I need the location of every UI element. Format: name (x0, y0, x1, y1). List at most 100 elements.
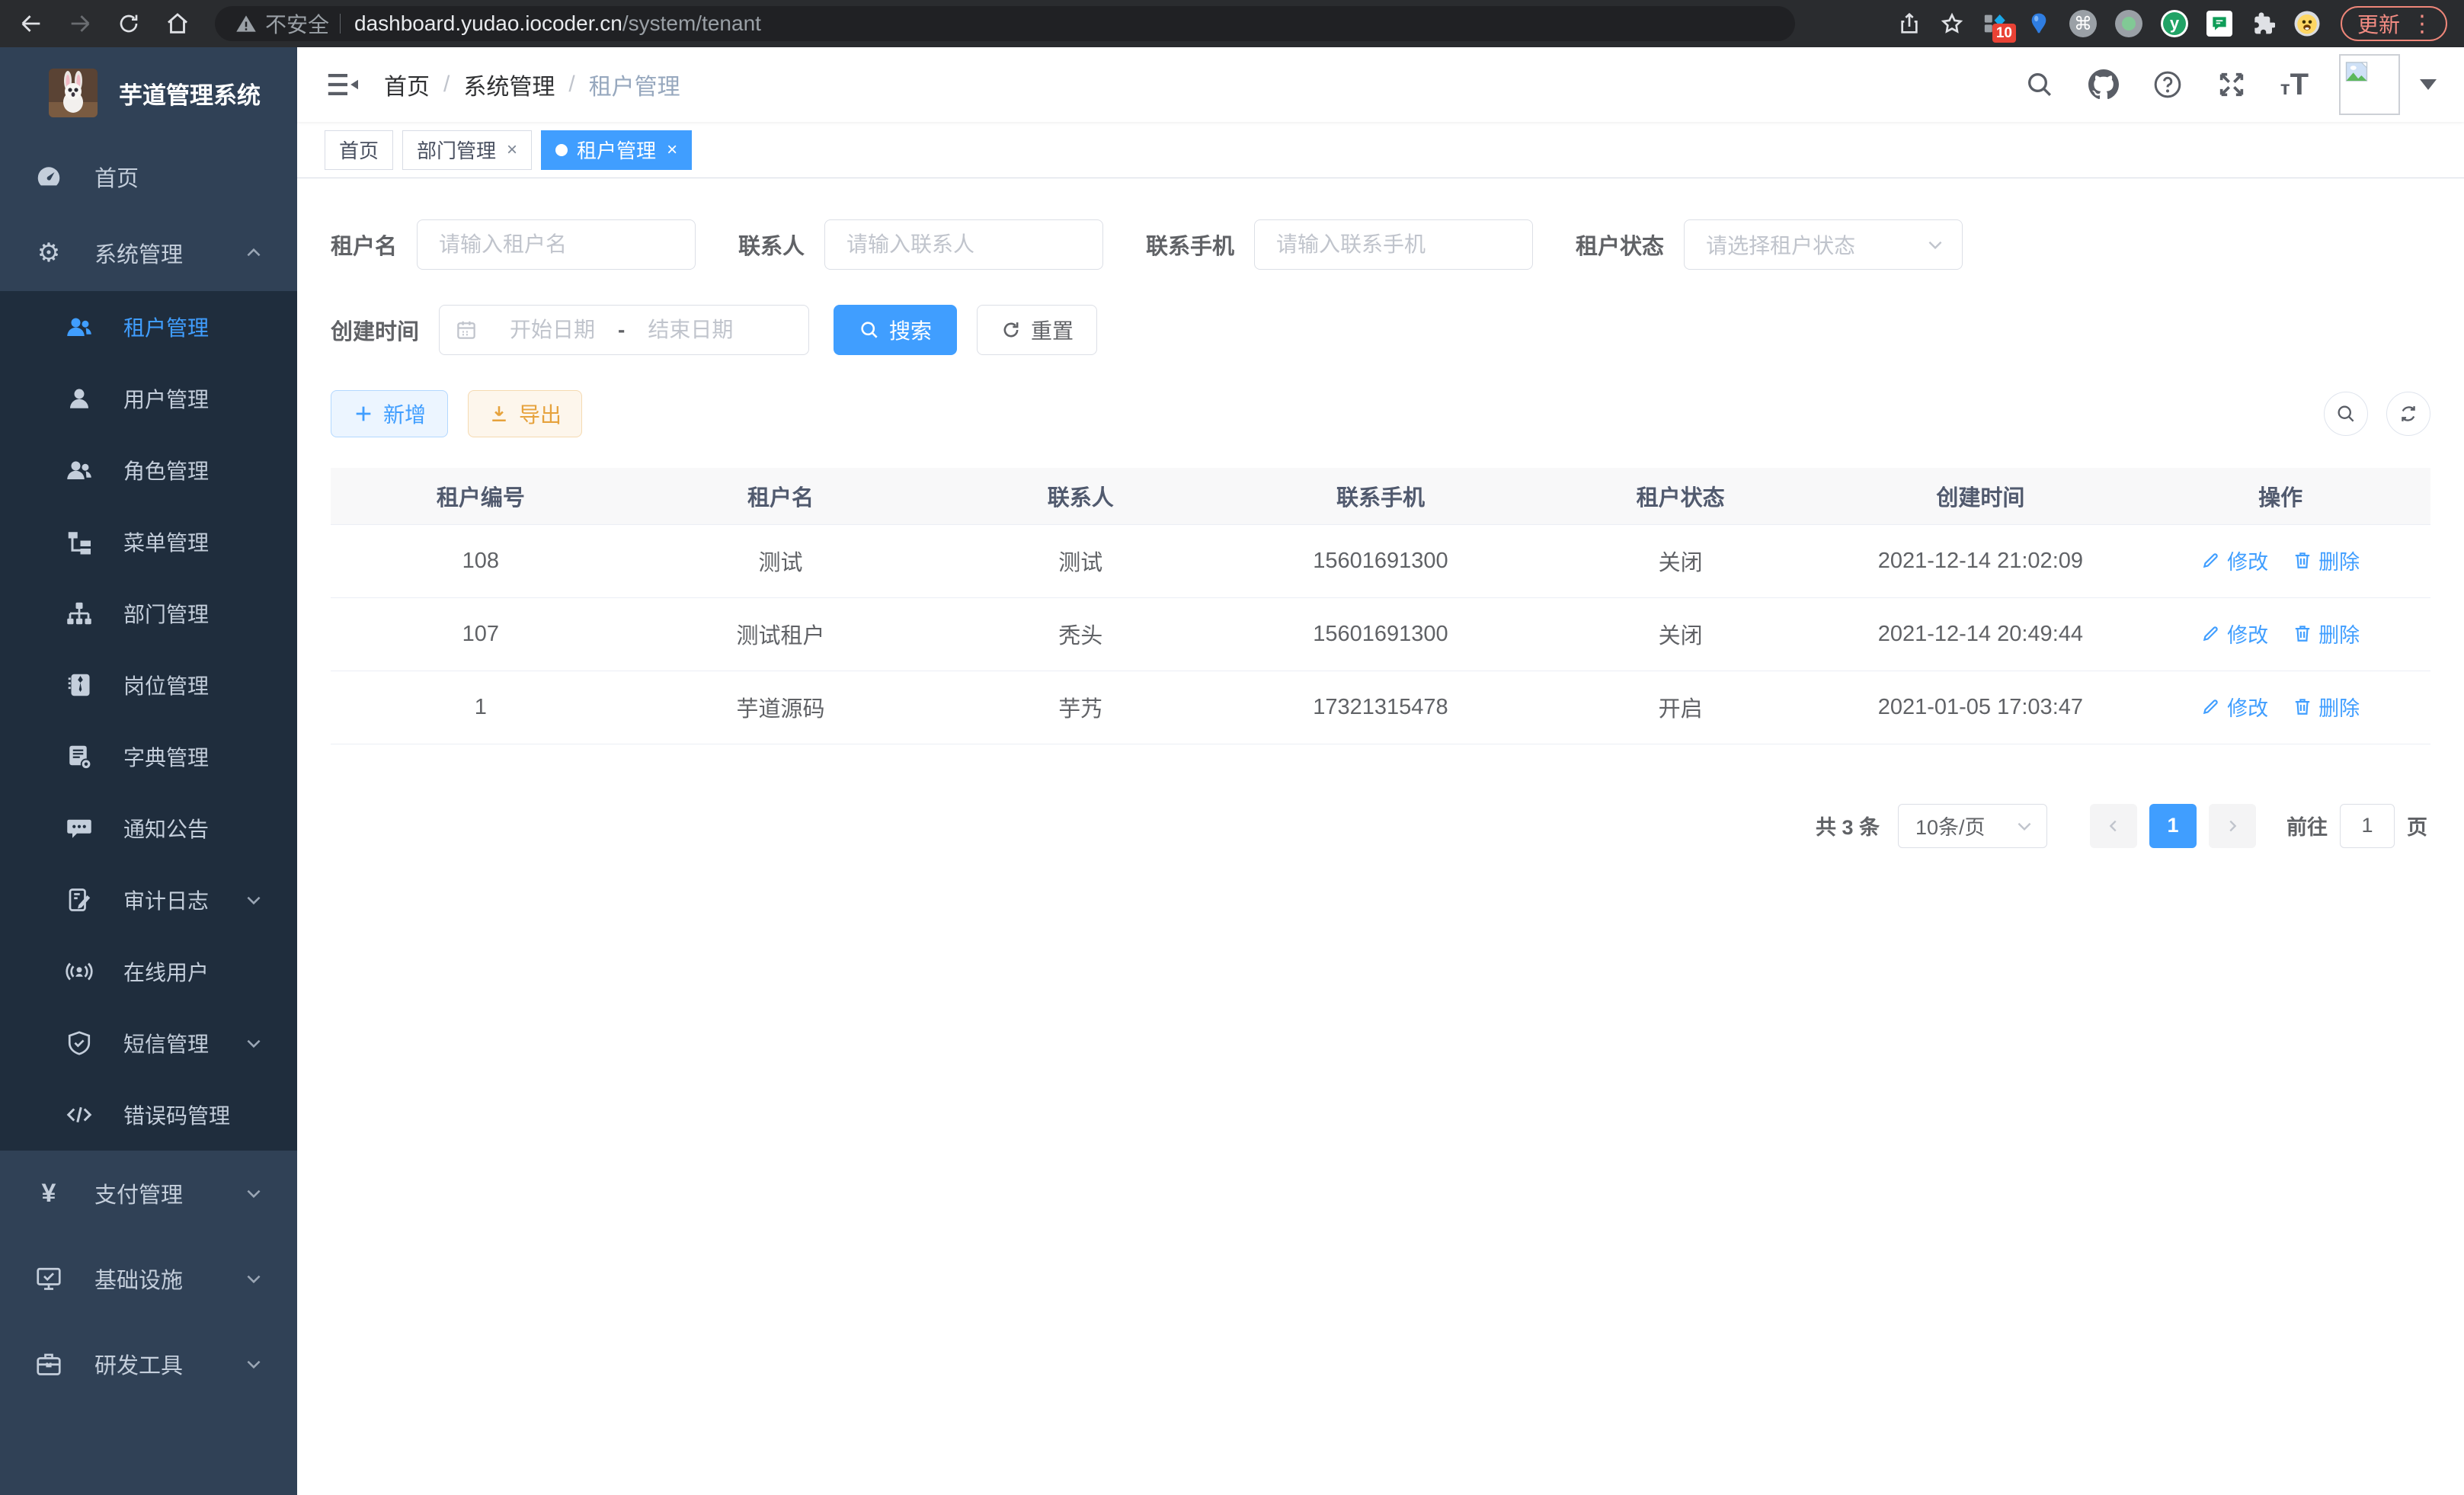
sidebar-item-label: 岗位管理 (123, 670, 209, 700)
navbar-right: тT (1991, 54, 2437, 115)
toggle-search-button[interactable] (2324, 392, 2368, 436)
profile-avatar-icon[interactable] (2293, 10, 2321, 37)
edit-button[interactable]: 修改 (2201, 692, 2268, 722)
add-button[interactable]: 新增 (331, 390, 448, 437)
sidebar-item-user[interactable]: 用户管理 (0, 363, 297, 434)
browser-home-button[interactable] (163, 9, 192, 38)
export-button[interactable]: 导出 (468, 390, 582, 437)
command-extension-icon[interactable]: ⌘ (2069, 10, 2097, 37)
breadcrumb-home[interactable]: 首页 (384, 68, 430, 101)
share-icon[interactable] (1897, 11, 1922, 36)
tab-tenant[interactable]: 租户管理 × (541, 130, 692, 170)
sidebar-item-errcode[interactable]: 错误码管理 (0, 1079, 297, 1151)
y-extension-icon[interactable]: y (2161, 10, 2188, 37)
goto-label: 前往 (2286, 811, 2328, 840)
delete-button[interactable]: 删除 (2293, 619, 2360, 648)
tab-dept[interactable]: 部门管理 × (402, 130, 532, 170)
github-icon[interactable] (2088, 69, 2119, 100)
extension-tabs-icon[interactable]: 10 (1982, 11, 2008, 37)
chevron-down-icon (2014, 816, 2034, 836)
logo-image (49, 69, 98, 117)
close-icon[interactable]: × (667, 139, 677, 161)
avatar[interactable] (2339, 54, 2400, 115)
devtool-briefcase-icon (35, 1350, 62, 1378)
col-created: 创建时间 (1831, 468, 2131, 524)
bookmark-star-icon[interactable] (1940, 11, 1964, 36)
search-icon (859, 319, 880, 341)
breadcrumb-system[interactable]: 系统管理 (463, 68, 555, 101)
sidebar-item-infra[interactable]: 基础设施 (0, 1236, 297, 1321)
post-badge-icon (66, 671, 93, 699)
extensions-puzzle-icon[interactable] (2251, 11, 2275, 36)
balloon-extension-icon[interactable] (2027, 11, 2051, 36)
tab-home[interactable]: 首页 (325, 130, 393, 170)
goto-page-input[interactable] (2340, 804, 2395, 848)
browser-chrome: 不安全 dashboard.yudao.iocoder.cn/system/te… (0, 0, 2464, 47)
browser-reload-button[interactable] (114, 9, 143, 38)
sidebar-item-dict[interactable]: 字典管理 (0, 721, 297, 792)
edit-button[interactable]: 修改 (2201, 546, 2268, 575)
browser-back-button[interactable] (17, 9, 46, 38)
browser-toolbar-right: 10 ⌘ y 更新 ⋮ (1879, 6, 2447, 41)
user-menu-caret-icon[interactable] (2420, 79, 2437, 90)
phone-input[interactable] (1254, 219, 1533, 270)
sidebar-item-notice[interactable]: 通知公告 (0, 792, 297, 864)
page-size-select[interactable]: 10条/页 (1898, 804, 2047, 848)
breadcrumb-separator: / (568, 72, 574, 98)
prev-page-button[interactable] (2090, 804, 2137, 848)
end-date-input[interactable] (629, 318, 751, 342)
search-button[interactable]: 搜索 (834, 305, 957, 355)
contact-input[interactable] (824, 219, 1103, 270)
sidebar-item-pay[interactable]: ¥ 支付管理 (0, 1151, 297, 1236)
field-label: 联系人 (738, 229, 805, 261)
chat-extension-icon[interactable] (2206, 11, 2232, 37)
search-icon[interactable] (2024, 69, 2055, 100)
recorder-extension-icon[interactable] (2115, 10, 2142, 37)
start-date-input[interactable] (491, 318, 613, 342)
sidebar-item-devtool[interactable]: 研发工具 (0, 1321, 297, 1407)
font-size-icon[interactable]: тT (2280, 68, 2309, 102)
sidebar-item-role[interactable]: 角色管理 (0, 434, 297, 506)
sidebar-toggle-icon[interactable] (326, 71, 358, 98)
calendar-icon (455, 319, 478, 341)
sidebar-item-sms[interactable]: 短信管理 (0, 1007, 297, 1079)
sidebar-item-online-user[interactable]: 在线用户 (0, 936, 297, 1007)
page-number-button[interactable]: 1 (2149, 804, 2197, 848)
address-bar[interactable]: 不安全 dashboard.yudao.iocoder.cn/system/te… (215, 6, 1795, 41)
delete-button[interactable]: 删除 (2293, 546, 2360, 575)
sidebar-item-label: 基础设施 (94, 1263, 183, 1295)
sidebar-logo[interactable]: 芋道管理系统 (0, 47, 297, 139)
sidebar-item-post[interactable]: 岗位管理 (0, 649, 297, 721)
dashboard-gauge-icon (35, 163, 62, 190)
cell-created: 2021-01-05 17:03:47 (1831, 671, 2131, 744)
sidebar-item-system[interactable]: ⚙ 系统管理 (0, 215, 297, 291)
next-page-button[interactable] (2209, 804, 2256, 848)
refresh-table-button[interactable] (2386, 392, 2430, 436)
chevron-down-icon (244, 1354, 264, 1374)
date-range-picker[interactable]: - (439, 305, 809, 355)
status-select[interactable]: 请选择租户状态 (1684, 219, 1963, 270)
reset-button[interactable]: 重置 (977, 305, 1097, 355)
sidebar-item-home[interactable]: 首页 (0, 139, 297, 215)
sidebar-item-tenant[interactable]: 租户管理 (0, 291, 297, 363)
cell-actions: 修改删除 (2130, 671, 2430, 744)
delete-button[interactable]: 删除 (2293, 692, 2360, 722)
tenant-name-input[interactable] (417, 219, 696, 270)
browser-forward-button[interactable] (66, 9, 94, 38)
breadcrumb: 首页 / 系统管理 / 租户管理 (384, 68, 680, 101)
date-separator: - (618, 318, 625, 342)
search-icon (2335, 403, 2357, 424)
sidebar-item-dept[interactable]: 部门管理 (0, 578, 297, 649)
sidebar-item-menu[interactable]: 菜单管理 (0, 506, 297, 578)
browser-menu-icon[interactable]: ⋮ (2411, 11, 2434, 37)
browser-update-button[interactable]: 更新 ⋮ (2341, 6, 2447, 41)
security-label[interactable]: 不安全 (265, 8, 329, 39)
help-icon[interactable] (2152, 69, 2183, 100)
edit-button[interactable]: 修改 (2201, 619, 2268, 648)
cell-created: 2021-12-14 21:02:09 (1831, 524, 2131, 597)
close-icon[interactable]: × (507, 139, 517, 161)
sidebar-item-audit-log[interactable]: 审计日志 (0, 864, 297, 936)
sidebar-item-label: 首页 (94, 161, 139, 193)
fullscreen-icon[interactable] (2216, 69, 2247, 100)
chevron-down-icon (1925, 235, 1945, 255)
